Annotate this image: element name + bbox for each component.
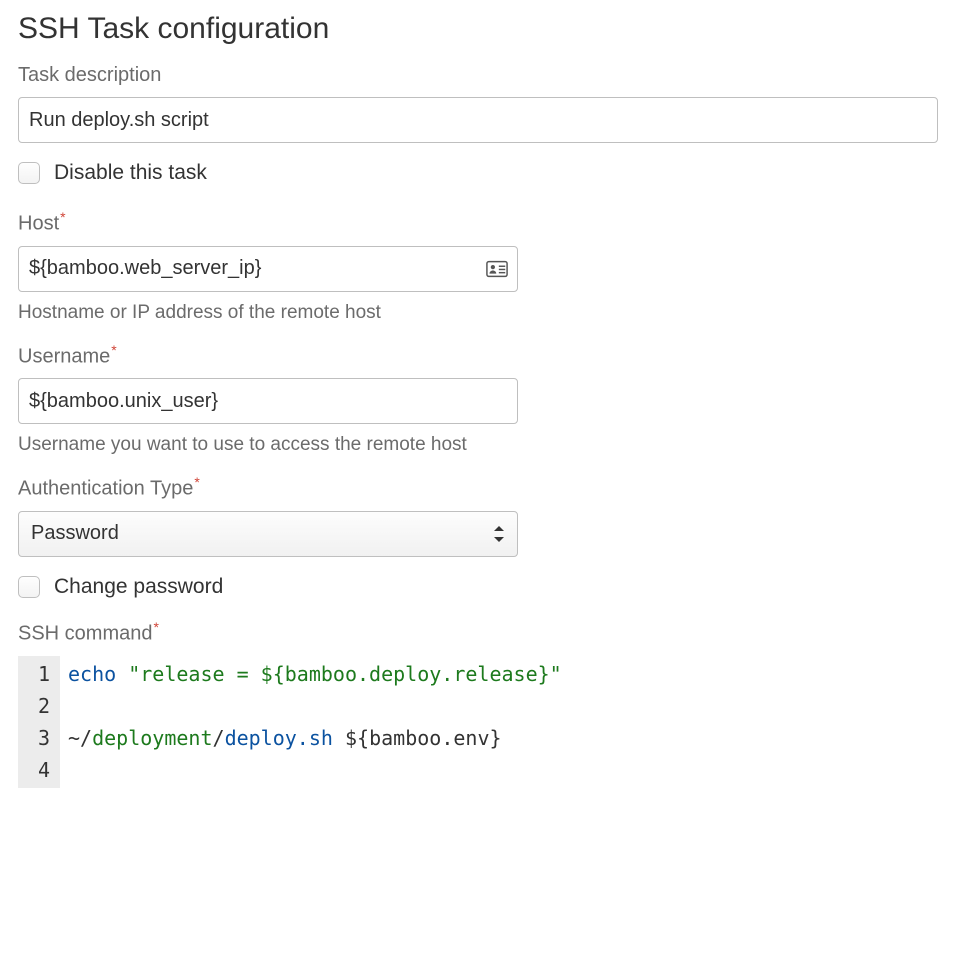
field-ssh-command: SSH command* 1234 echo "release = ${bamb… (18, 619, 938, 788)
field-username: Username* Username you want to use to ac… (18, 342, 938, 457)
gutter-line-number: 2 (26, 690, 50, 722)
code-line (68, 690, 562, 722)
disable-task-label: Disable this task (54, 161, 207, 185)
required-asterisk: * (154, 619, 159, 635)
change-password-row: Change password (18, 575, 938, 599)
ssh-command-label: SSH command* (18, 619, 938, 646)
required-asterisk: * (111, 342, 116, 358)
auth-type-label: Authentication Type* (18, 474, 938, 501)
task-description-input[interactable] (18, 97, 938, 143)
auth-type-select-value: Password (31, 522, 119, 545)
task-description-input-wrap (18, 97, 938, 143)
ssh-task-config-form: SSH Task configuration Task description … (0, 0, 956, 826)
field-task-description: Task description (18, 64, 938, 143)
ssh-command-label-text: SSH command (18, 623, 153, 645)
code-line (68, 754, 562, 786)
host-label-text: Host (18, 213, 59, 235)
gutter-line-number: 4 (26, 754, 50, 786)
host-input-wrap (18, 246, 518, 292)
username-input-wrap (18, 378, 518, 424)
username-help-text: Username you want to use to access the r… (18, 434, 938, 456)
disable-task-checkbox[interactable] (18, 162, 40, 184)
required-asterisk: * (60, 209, 65, 225)
change-password-checkbox[interactable] (18, 576, 40, 598)
page-title: SSH Task configuration (18, 12, 938, 46)
field-auth-type: Authentication Type* Password (18, 474, 938, 557)
field-host: Host* Hostname or IP address of the remo… (18, 209, 938, 324)
host-help-text: Hostname or IP address of the remote hos… (18, 302, 938, 324)
gutter-line-number: 1 (26, 658, 50, 690)
code-line: echo "release = ${bamboo.deploy.release}… (68, 658, 562, 690)
ssh-command-editor[interactable]: 1234 echo "release = ${bamboo.deploy.rel… (18, 656, 938, 788)
code-line: ~/deployment/deploy.sh ${bamboo.env} (68, 722, 562, 754)
host-input[interactable] (18, 246, 518, 292)
task-description-label: Task description (18, 64, 938, 87)
username-label-text: Username (18, 345, 110, 367)
change-password-label: Change password (54, 575, 223, 599)
auth-type-label-text: Authentication Type (18, 478, 193, 500)
disable-task-row: Disable this task (18, 161, 938, 185)
auth-type-select-wrap: Password (18, 511, 518, 557)
host-label: Host* (18, 209, 938, 236)
required-asterisk: * (194, 474, 199, 490)
code-gutter: 1234 (18, 656, 60, 788)
username-label: Username* (18, 342, 938, 369)
gutter-line-number: 3 (26, 722, 50, 754)
username-input[interactable] (18, 378, 518, 424)
code-lines: echo "release = ${bamboo.deploy.release}… (60, 656, 570, 788)
auth-type-select[interactable]: Password (18, 511, 518, 557)
